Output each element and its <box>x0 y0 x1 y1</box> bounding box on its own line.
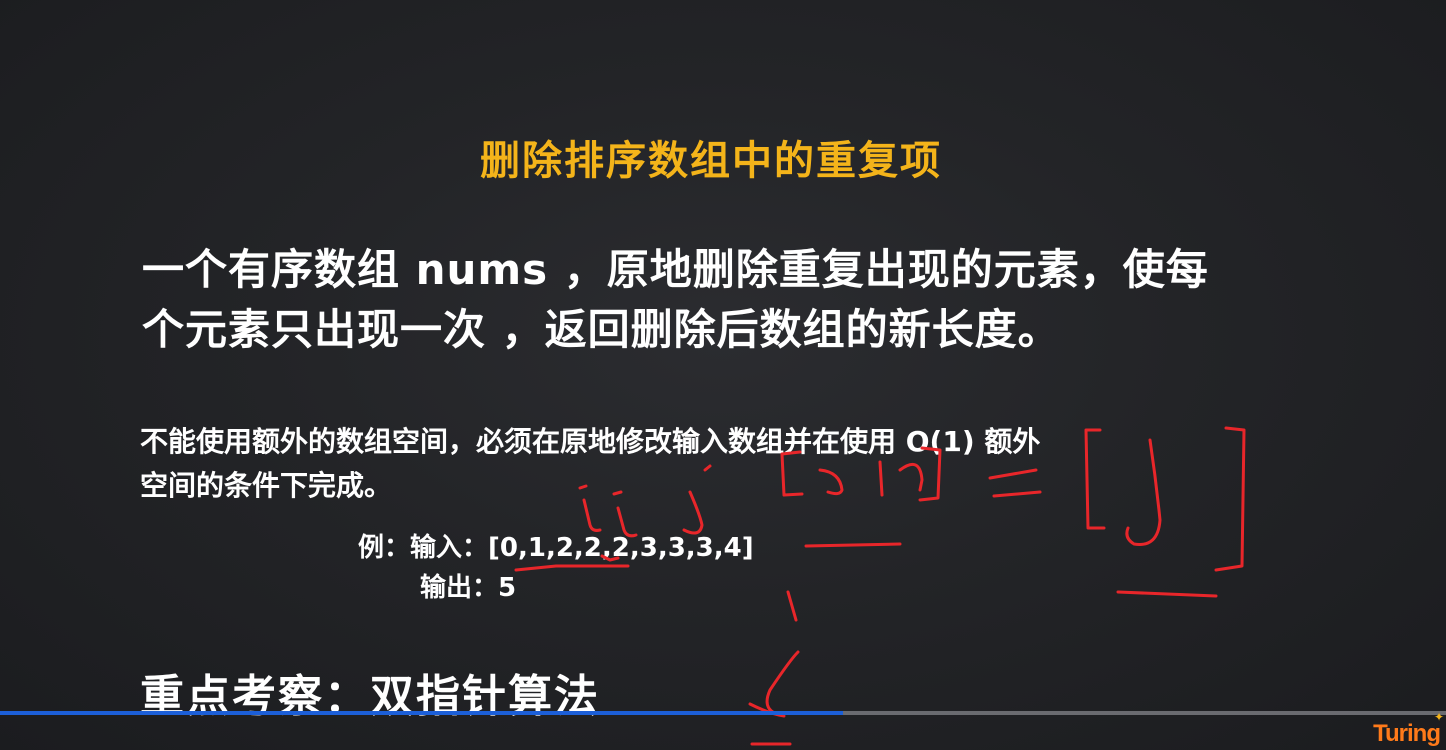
annotation-small-tick <box>786 590 798 622</box>
example-block: 例：输入：[0,1,2,2,2,3,3,3,4] 输出：5 <box>358 528 754 608</box>
handwritten-annotations <box>514 426 1246 746</box>
slide-title: 删除排序数组中的重复项 <box>480 138 942 184</box>
example-output-value: 5 <box>498 573 517 603</box>
problem-description: 一个有序数组 nums ，原地删除重复出现的元素，使每 个元素只出现一次 ，返回… <box>142 240 1342 360</box>
example-input-label: 例：输入： <box>358 533 489 563</box>
note-line-1: 不能使用额外的数组空间，必须在原地修改输入数组并在使用 O(1) 额外 <box>140 425 1041 458</box>
description-line-1: 一个有序数组 nums ，原地删除重复出现的元素，使每 <box>142 245 1209 294</box>
example-output-row: 输出：5 <box>358 568 754 608</box>
annotation-i-bottom <box>748 650 800 718</box>
example-output-label: 输出： <box>420 573 499 603</box>
annotation-underline-short <box>804 542 902 548</box>
logo-star-icon: ✦ <box>1433 710 1444 724</box>
turing-logo: Turing <box>1373 720 1441 747</box>
note-line-2: 空间的条件下完成。 <box>140 469 393 502</box>
example-input-row: 例：输入：[0,1,2,2,2,3,3,3,4] <box>358 528 754 568</box>
annotation-underline-long <box>1116 590 1218 598</box>
example-input-value: [0,1,2,2,2,3,3,3,4] <box>488 533 754 563</box>
description-line-2: 个元素只出现一次 ，返回删除后数组的新长度。 <box>142 305 1061 354</box>
video-progress-fill <box>0 711 844 715</box>
lecture-slide: 删除排序数组中的重复项 一个有序数组 nums ，原地删除重复出现的元素，使每 … <box>0 0 1446 750</box>
video-progress-bar[interactable] <box>0 711 1446 715</box>
constraint-note: 不能使用额外的数组空间，必须在原地修改输入数组并在使用 O(1) 额外 空间的条… <box>140 420 1340 508</box>
